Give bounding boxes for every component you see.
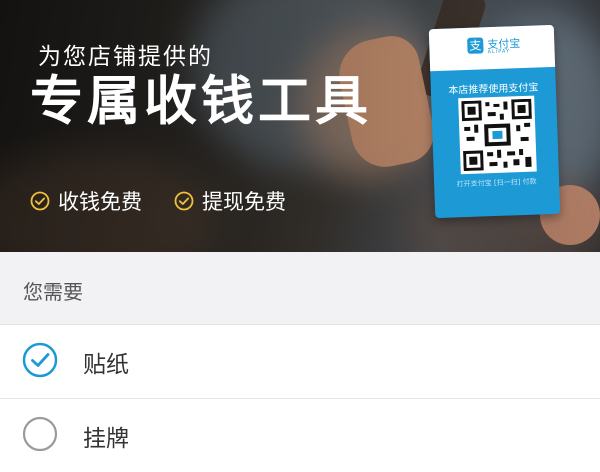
section-header: 您需要 [0, 252, 600, 325]
promo-banner: 为您店铺提供的 专属收钱工具 收钱免费 提现免费 支 支付宝 ALIPAY 本店… [0, 0, 600, 252]
card-bottom-text: 打开支付宝 [扫一扫] 付款 [456, 177, 537, 189]
alipay-logo-icon: 支 [467, 37, 484, 54]
radio-unchecked-icon[interactable] [22, 416, 58, 452]
banner-subtitle: 为您店铺提供的 [38, 44, 213, 70]
feature-label: 提现免费 [202, 190, 286, 214]
check-circle-icon [174, 191, 194, 211]
feature-list: 收钱免费 提现免费 [30, 186, 286, 216]
feature-free-collection: 收钱免费 [30, 186, 142, 216]
check-circle-icon [30, 191, 50, 211]
alipay-qr-card: 支 支付宝 ALIPAY 本店推荐使用支付宝 打开支付宝 [扫一扫] 付款 [428, 24, 561, 219]
option-hanging-sign[interactable]: 挂牌 [0, 399, 600, 472]
option-label: 贴纸 [83, 352, 129, 378]
option-label: 挂牌 [83, 426, 129, 452]
qr-code-icon [458, 95, 537, 175]
section-title: 您需要 [23, 280, 83, 304]
option-sticker[interactable]: 贴纸 [0, 325, 600, 399]
alipay-logo-sub: ALIPAY [487, 48, 511, 56]
feature-label: 收钱免费 [58, 190, 142, 214]
banner-title: 专属收钱工具 [30, 71, 372, 132]
feature-free-withdraw: 提现免费 [174, 186, 286, 216]
card-top-text: 本店推荐使用支付宝 [448, 82, 539, 97]
radio-checked-icon[interactable] [22, 342, 58, 378]
